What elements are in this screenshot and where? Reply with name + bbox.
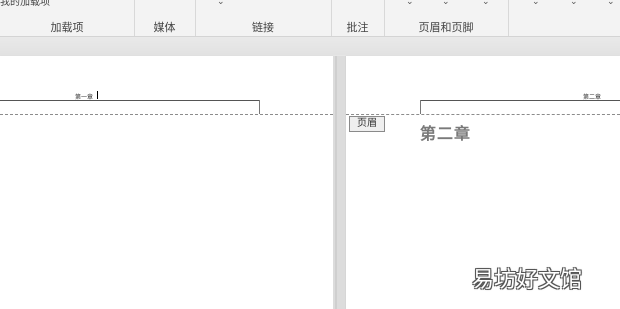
ribbon: 我的加载项 加载项 媒体 ⌄ 链接 批注 ⌄ ⌄ ⌄ 页眉和页脚 ⌄ ⌄ ⌄ [0, 0, 620, 37]
group-label-comments: 批注 [346, 21, 369, 34]
group-label-links: 链接 [252, 21, 274, 34]
chevron-down-icon[interactable]: ⌄ [570, 0, 578, 7]
right-header-boundary [346, 114, 620, 115]
right-header-bracket [420, 100, 421, 114]
chevron-down-icon[interactable]: ⌄ [217, 0, 225, 7]
group-label-header-footer: 页眉和页脚 [418, 21, 474, 34]
left-header-underline [0, 100, 260, 101]
chevron-down-icon[interactable]: ⌄ [442, 0, 450, 7]
chevron-down-icon[interactable]: ⌄ [607, 0, 615, 7]
chapter-title[interactable]: 第二章 [420, 120, 471, 144]
watermark-logo: 易坊好文馆 [472, 268, 583, 293]
ribbon-group-media: 媒体 [134, 0, 196, 36]
page-left[interactable] [0, 56, 333, 309]
chevron-down-icon[interactable]: ⌄ [406, 0, 414, 7]
page-gap [333, 56, 346, 309]
group-label-addins: 加载项 [50, 21, 84, 34]
left-header-bracket [259, 100, 260, 114]
ribbon-group-links: ⌄ 链接 [195, 0, 332, 36]
left-header-boundary [0, 114, 333, 115]
ribbon-group-header-footer: ⌄ ⌄ ⌄ 页眉和页脚 [384, 0, 509, 36]
text-cursor [97, 91, 98, 99]
chevron-down-icon[interactable]: ⌄ [532, 0, 540, 7]
ribbon-group-comments: 批注 [331, 0, 385, 36]
ribbon-group-more: ⌄ ⌄ ⌄ [508, 0, 620, 36]
right-header-underline [420, 100, 620, 101]
ribbon-divider [0, 37, 620, 55]
group-label-media: 媒体 [153, 21, 176, 34]
chevron-down-icon[interactable]: ⌄ [482, 0, 490, 7]
header-tag[interactable]: 页眉 [349, 116, 385, 132]
ribbon-group-addins: 加载项 [0, 0, 135, 36]
